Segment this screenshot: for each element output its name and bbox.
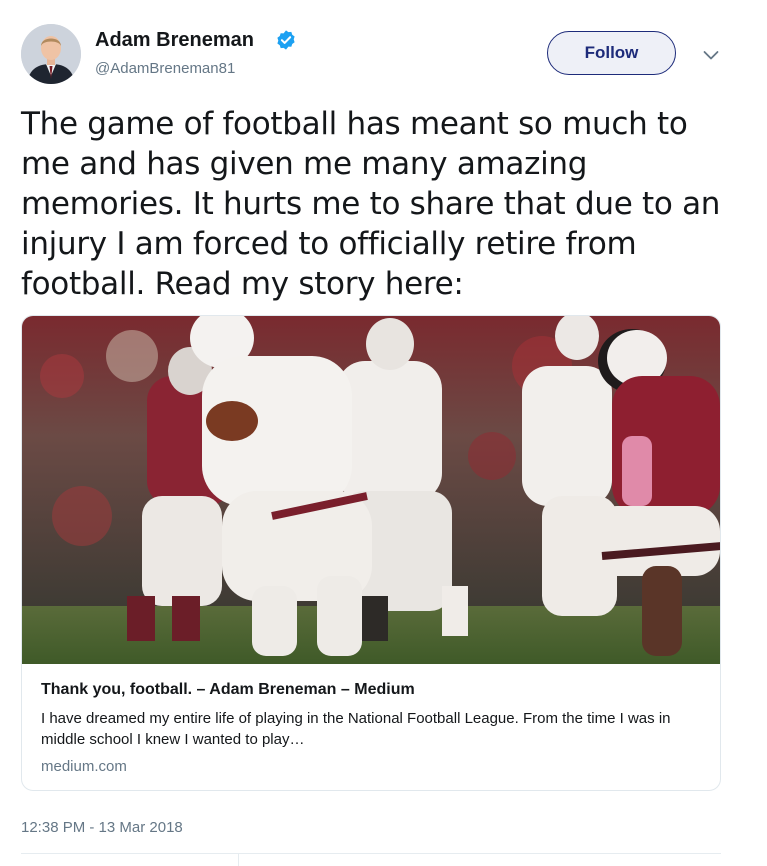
football-photo-icon [22, 316, 720, 664]
follow-button[interactable]: Follow [547, 31, 676, 75]
card-title[interactable]: Thank you, football. – Adam Breneman – M… [41, 681, 415, 699]
chevron-down-icon[interactable] [701, 45, 721, 65]
avatar-photo-icon [21, 24, 81, 84]
card-description: I have dreamed my entire life of playing… [41, 710, 671, 748]
author-name[interactable]: Adam Breneman [95, 29, 254, 52]
divider [21, 853, 721, 854]
card-image [22, 316, 720, 664]
tweet: Adam Breneman @AdamBreneman81 Follow The… [0, 0, 767, 866]
tweet-timestamp[interactable]: 12:38 PM - 13 Mar 2018 [21, 819, 183, 836]
divider-tick [238, 854, 239, 866]
card-domain: medium.com [41, 758, 127, 775]
author-handle[interactable]: @AdamBreneman81 [95, 60, 235, 77]
verified-badge-icon [277, 30, 295, 50]
author-avatar[interactable] [21, 24, 81, 84]
link-card[interactable]: Thank you, football. – Adam Breneman – M… [21, 315, 721, 791]
tweet-text: The game of football has meant so much t… [21, 106, 721, 302]
